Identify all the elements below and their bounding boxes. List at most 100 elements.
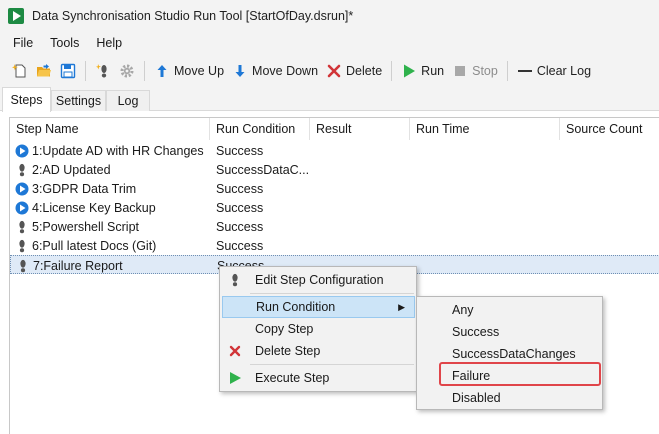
toolbar-separator — [144, 61, 145, 81]
play-icon — [15, 182, 32, 196]
menu-item-label: Edit Step Configuration — [255, 273, 384, 287]
app-logo-icon — [8, 7, 24, 24]
move-up-label: Move Up — [174, 64, 225, 78]
menu-separator — [250, 293, 414, 294]
save-icon — [60, 63, 76, 79]
powershell-foot-icon — [16, 259, 33, 273]
step-name-cell: 3:GDPR Data Trim — [15, 179, 210, 198]
stop-button[interactable]: Stop — [448, 59, 502, 83]
step-name-cell: 4:License Key Backup — [15, 198, 210, 217]
context-menu: Edit Step Configuration Run Condition ▶ … — [219, 266, 417, 392]
run-condition-cell: Success — [216, 219, 264, 234]
menu-item-copy-step[interactable]: Copy Step — [222, 318, 415, 340]
table-row[interactable]: 3:GDPR Data Trim Success — [10, 179, 659, 198]
title-bar: Data Synchronisation Studio Run Tool [St… — [0, 0, 659, 31]
play-icon — [15, 201, 32, 215]
stop-icon — [455, 66, 466, 76]
play-icon — [227, 370, 243, 386]
run-condition-cell: Success — [216, 200, 264, 215]
tab-steps[interactable]: Steps — [2, 87, 51, 112]
run-condition-submenu: Any Success SuccessDataChanges Failure D… — [416, 296, 603, 410]
arrow-down-icon — [235, 65, 245, 77]
menu-item-delete-step[interactable]: Delete Step — [222, 340, 415, 362]
toolbar-separator — [85, 61, 86, 81]
run-label: Run — [421, 64, 445, 78]
delete-button[interactable]: Delete — [322, 59, 386, 83]
powershell-foot-icon — [15, 239, 32, 253]
column-header-run-time[interactable]: Run Time — [410, 118, 560, 140]
run-condition-cell: Success — [216, 181, 264, 196]
table-row[interactable]: 1:Update AD with HR Changes Success — [10, 141, 659, 160]
submenu-item-disabled[interactable]: Disabled — [419, 387, 600, 409]
toolbar-separator — [506, 61, 508, 81]
tab-settings[interactable]: Settings — [51, 90, 106, 111]
table-row[interactable]: 5:Powershell Script Success — [10, 217, 659, 236]
step-name-text: 5:Powershell Script — [32, 219, 139, 234]
step-settings-button[interactable] — [115, 59, 139, 83]
clear-log-button[interactable]: Clear Log — [513, 59, 595, 83]
step-name-text: 4:License Key Backup — [32, 200, 156, 215]
step-name-text: 3:GDPR Data Trim — [32, 181, 137, 196]
run-button[interactable]: Run — [397, 59, 448, 83]
menu-file[interactable]: File — [0, 36, 42, 50]
column-header-run-condition[interactable]: Run Condition — [210, 118, 310, 140]
move-down-button[interactable]: Move Down — [228, 59, 322, 83]
delete-label: Delete — [346, 64, 383, 78]
menu-item-execute-step[interactable]: Execute Step — [222, 367, 415, 389]
dash-icon — [517, 70, 532, 72]
window-title: Data Synchronisation Studio Run Tool [St… — [32, 8, 354, 23]
failure-highlight-box — [439, 362, 601, 386]
step-name-cell: 6:Pull latest Docs (Git) — [15, 236, 210, 255]
add-powershell-step-button[interactable] — [91, 59, 115, 83]
menu-help[interactable]: Help — [88, 36, 131, 50]
list-header: Step Name Run Condition Result Run Time … — [10, 118, 659, 140]
new-button[interactable] — [8, 59, 32, 83]
step-name-cell: 1:Update AD with HR Changes — [15, 141, 210, 160]
step-name-cell: 2:AD Updated — [15, 160, 210, 179]
open-folder-icon — [37, 64, 51, 77]
menu-bar: File Tools Help — [0, 31, 659, 55]
menu-item-label: Run Condition — [256, 300, 336, 314]
clear-log-label: Clear Log — [536, 64, 592, 78]
powershell-foot-icon — [15, 163, 32, 177]
step-name-cell: 7:Failure Report — [16, 256, 211, 275]
play-icon — [404, 64, 416, 78]
step-name-text: 1:Update AD with HR Changes — [32, 143, 204, 158]
delete-x-icon — [227, 343, 243, 359]
table-row[interactable]: 4:License Key Backup Success — [10, 198, 659, 217]
column-header-result[interactable]: Result — [310, 118, 410, 140]
submenu-item-any[interactable]: Any — [419, 299, 600, 321]
delete-x-icon — [327, 64, 341, 78]
tab-log[interactable]: Log — [106, 90, 150, 111]
run-condition-cell: Success — [216, 238, 264, 253]
stop-label: Stop — [472, 64, 498, 78]
column-header-source-count[interactable]: Source Count — [560, 118, 659, 140]
toolbar-separator — [391, 61, 393, 81]
table-row[interactable]: 2:AD Updated SuccessDataC... — [10, 160, 659, 179]
open-button[interactable] — [32, 59, 56, 83]
column-header-step-name[interactable]: Step Name — [10, 118, 210, 140]
gear-icon — [120, 64, 134, 78]
menu-item-label: Copy Step — [255, 322, 314, 336]
table-row[interactable]: 6:Pull latest Docs (Git) Success — [10, 236, 659, 255]
step-name-text: 2:AD Updated — [32, 162, 111, 177]
move-down-label: Move Down — [252, 64, 319, 78]
step-name-text: 6:Pull latest Docs (Git) — [32, 238, 157, 253]
submenu-item-success[interactable]: Success — [419, 321, 600, 343]
menu-item-run-condition[interactable]: Run Condition ▶ — [222, 296, 415, 318]
arrow-up-icon — [157, 65, 167, 77]
toolbar: Move Up Move Down Delete Run Stop Clear … — [0, 55, 659, 87]
step-name-cell: 5:Powershell Script — [15, 217, 210, 236]
move-up-button[interactable]: Move Up — [150, 59, 228, 83]
step-name-text: 7:Failure Report — [33, 258, 123, 273]
play-icon — [15, 144, 32, 158]
menu-separator — [250, 364, 414, 365]
save-button[interactable] — [56, 59, 80, 83]
menu-item-label: Execute Step — [255, 371, 330, 385]
powershell-foot-icon — [15, 220, 32, 234]
submenu-arrow-icon: ▶ — [398, 301, 405, 312]
menu-item-edit-step[interactable]: Edit Step Configuration — [222, 269, 415, 291]
menu-tools[interactable]: Tools — [42, 36, 88, 50]
add-powershell-step-icon — [96, 64, 107, 78]
run-condition-cell: Success — [216, 143, 264, 158]
